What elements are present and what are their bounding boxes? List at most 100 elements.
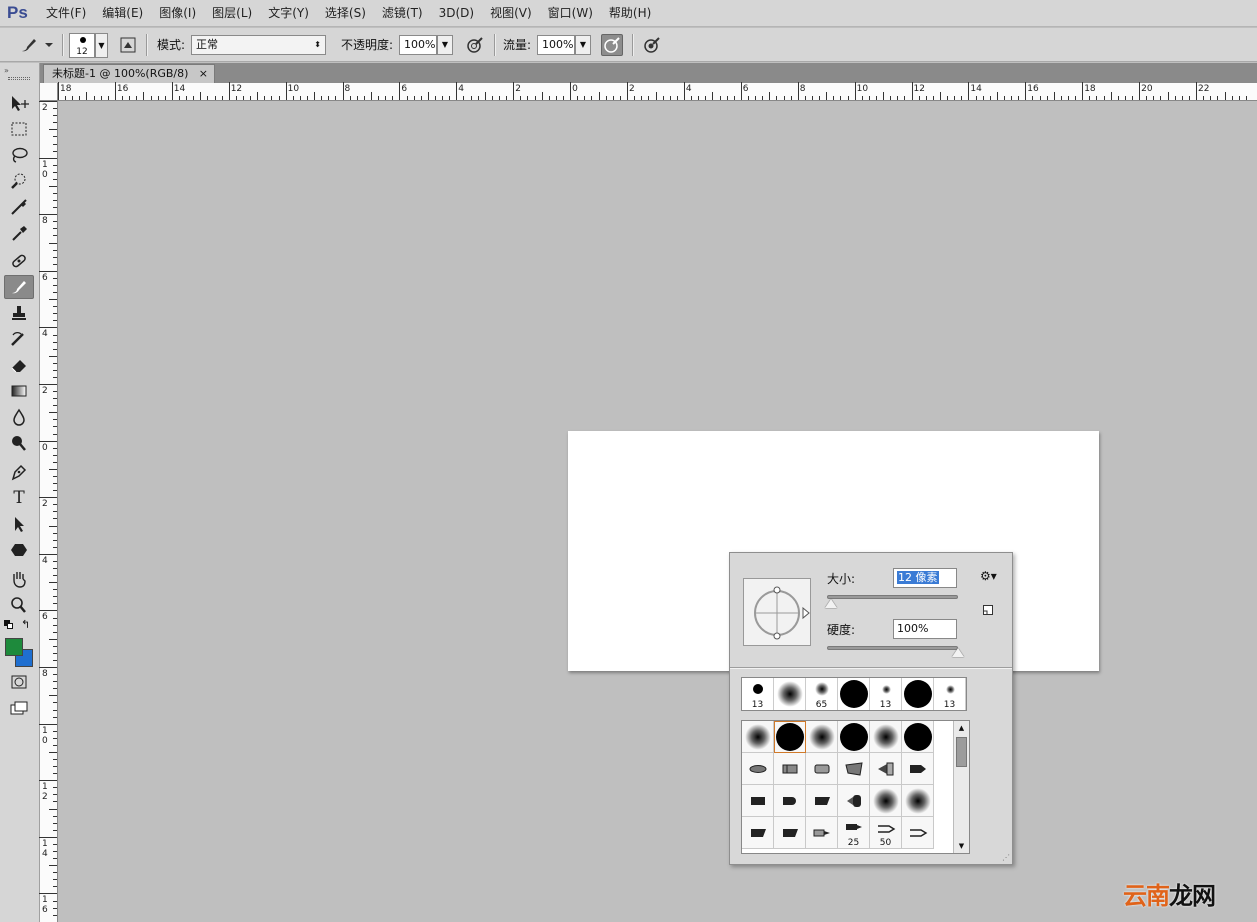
blur-tool-icon[interactable] bbox=[4, 405, 34, 429]
menu-item[interactable]: 3D(D) bbox=[431, 0, 482, 27]
brush-preset[interactable] bbox=[774, 785, 806, 817]
brush-preset[interactable] bbox=[838, 753, 870, 785]
brush-preset[interactable] bbox=[870, 753, 902, 785]
brush-preset[interactable] bbox=[870, 721, 902, 753]
close-icon[interactable]: × bbox=[199, 65, 208, 83]
tool-preset-dropdown-icon[interactable] bbox=[42, 34, 56, 56]
brush-panel-toggle-icon[interactable] bbox=[117, 34, 139, 56]
hardness-input[interactable]: 100% bbox=[893, 619, 957, 639]
lasso-tool-icon[interactable] bbox=[4, 143, 34, 167]
recent-brush[interactable] bbox=[902, 678, 934, 710]
brush-tool-preset-icon[interactable] bbox=[18, 34, 40, 56]
menu-item[interactable]: 帮助(H) bbox=[601, 0, 659, 27]
recent-brush[interactable] bbox=[774, 678, 806, 710]
brush-tool-icon[interactable] bbox=[4, 275, 34, 299]
pen-tool-icon[interactable] bbox=[4, 460, 34, 484]
recent-brush[interactable]: 13 bbox=[934, 678, 966, 710]
new-preset-icon[interactable] bbox=[982, 604, 994, 619]
brush-preset[interactable] bbox=[806, 785, 838, 817]
presets-scrollbar[interactable]: ▲ ▼ bbox=[953, 721, 969, 853]
brush-preset[interactable] bbox=[742, 721, 774, 753]
brush-preset[interactable] bbox=[902, 817, 934, 849]
resize-grip-icon[interactable]: ⋰ bbox=[1002, 853, 1010, 862]
recent-brush[interactable] bbox=[838, 678, 870, 710]
eraser-tool-icon[interactable] bbox=[4, 353, 34, 377]
brush-preset[interactable] bbox=[838, 785, 870, 817]
horizontal-ruler[interactable]: 18 16 14 12 10 8 6 4 2 0 2 4 6 8 10 12 14 16 18 20 22 bbox=[58, 82, 1257, 101]
gear-icon[interactable]: ⚙▾ bbox=[980, 569, 997, 583]
menu-item[interactable]: 文件(F) bbox=[38, 0, 94, 27]
foreground-color-swatch[interactable] bbox=[5, 638, 23, 656]
brush-picker-dropdown[interactable]: ▼ bbox=[95, 33, 108, 58]
vertical-ruler[interactable]: 2 10 8 6 4 2 0 2 4 6 8 10 12 14 16 bbox=[39, 101, 58, 922]
brush-preset[interactable] bbox=[774, 753, 806, 785]
clone-stamp-tool-icon[interactable] bbox=[4, 301, 34, 325]
brush-preset[interactable] bbox=[838, 721, 870, 753]
shape-tool-icon[interactable] bbox=[4, 538, 34, 562]
scroll-up-icon[interactable]: ▲ bbox=[954, 721, 969, 735]
gradient-tool-icon[interactable] bbox=[4, 379, 34, 403]
flow-input[interactable]: 100% bbox=[537, 35, 575, 55]
move-tool-icon[interactable] bbox=[4, 91, 34, 115]
brush-preset[interactable] bbox=[902, 753, 934, 785]
brush-picker-button[interactable]: 12 bbox=[69, 33, 95, 58]
hardness-slider-thumb[interactable] bbox=[952, 648, 964, 657]
menu-item[interactable]: 视图(V) bbox=[482, 0, 540, 27]
brush-preset[interactable] bbox=[806, 753, 838, 785]
menu-item[interactable]: 编辑(E) bbox=[94, 0, 151, 27]
brush-preset[interactable] bbox=[742, 753, 774, 785]
mode-select[interactable]: 正常 ⬍ bbox=[191, 35, 326, 55]
screen-mode-icon[interactable] bbox=[4, 696, 34, 720]
recent-brush[interactable]: 65 bbox=[806, 678, 838, 710]
eyedropper-tool-icon[interactable] bbox=[4, 221, 34, 245]
quick-selection-tool-icon[interactable] bbox=[4, 169, 34, 193]
marquee-tool-icon[interactable] bbox=[4, 117, 34, 141]
brush-preset[interactable] bbox=[806, 817, 838, 849]
brush-tip-preview[interactable] bbox=[743, 578, 811, 646]
zoom-tool-icon[interactable] bbox=[4, 593, 34, 617]
brush-preset[interactable] bbox=[870, 785, 902, 817]
dodge-tool-icon[interactable] bbox=[4, 431, 34, 455]
brush-preset[interactable]: 50 bbox=[870, 817, 902, 849]
menu-item[interactable]: 图层(L) bbox=[204, 0, 260, 27]
document-tab[interactable]: 未标题-1 @ 100%(RGB/8) × bbox=[43, 64, 215, 83]
size-slider-thumb[interactable] bbox=[824, 599, 837, 608]
size-input[interactable]: 12 像素 bbox=[893, 568, 957, 588]
menu-item[interactable]: 选择(S) bbox=[317, 0, 374, 27]
default-colors-icon[interactable] bbox=[4, 620, 14, 630]
healing-brush-tool-icon[interactable] bbox=[4, 249, 34, 273]
hardness-slider[interactable] bbox=[827, 646, 958, 650]
ruler-origin[interactable] bbox=[40, 83, 58, 101]
recent-brush[interactable]: 13 bbox=[870, 678, 902, 710]
brush-preset[interactable]: 25 bbox=[838, 817, 870, 849]
type-tool-icon[interactable]: T bbox=[4, 486, 34, 510]
brush-preset[interactable] bbox=[742, 785, 774, 817]
quick-mask-icon[interactable] bbox=[4, 670, 34, 694]
menu-item[interactable]: 文字(Y) bbox=[260, 0, 317, 27]
brush-preset[interactable] bbox=[774, 817, 806, 849]
toolbox-collapse-icon[interactable]: » bbox=[4, 66, 9, 75]
opacity-input[interactable]: 100% bbox=[399, 35, 437, 55]
brush-preset[interactable] bbox=[902, 721, 934, 753]
hand-tool-icon[interactable] bbox=[4, 567, 34, 591]
brush-preset[interactable] bbox=[742, 817, 774, 849]
recent-brush[interactable]: 13 bbox=[742, 678, 774, 710]
brush-preset[interactable] bbox=[774, 721, 806, 753]
swap-colors-icon[interactable]: ↰ bbox=[21, 618, 30, 631]
history-brush-tool-icon[interactable] bbox=[4, 327, 34, 351]
scroll-down-icon[interactable]: ▼ bbox=[954, 839, 969, 853]
brush-preset[interactable] bbox=[806, 721, 838, 753]
path-selection-tool-icon[interactable] bbox=[4, 512, 34, 536]
crop-tool-icon[interactable] bbox=[4, 195, 34, 219]
airbrush-icon[interactable] bbox=[601, 34, 623, 56]
flow-dropdown[interactable]: ▼ bbox=[575, 35, 591, 55]
pressure-size-icon[interactable] bbox=[641, 34, 663, 56]
opacity-dropdown[interactable]: ▼ bbox=[437, 35, 453, 55]
pressure-opacity-icon[interactable] bbox=[464, 34, 486, 56]
brush-preset[interactable] bbox=[902, 785, 934, 817]
menu-item[interactable]: 图像(I) bbox=[151, 0, 204, 27]
menu-item[interactable]: 窗口(W) bbox=[540, 0, 601, 27]
menu-item[interactable]: 滤镜(T) bbox=[374, 0, 431, 27]
scroll-thumb[interactable] bbox=[956, 737, 967, 767]
toolbox-grip[interactable] bbox=[8, 77, 30, 80]
